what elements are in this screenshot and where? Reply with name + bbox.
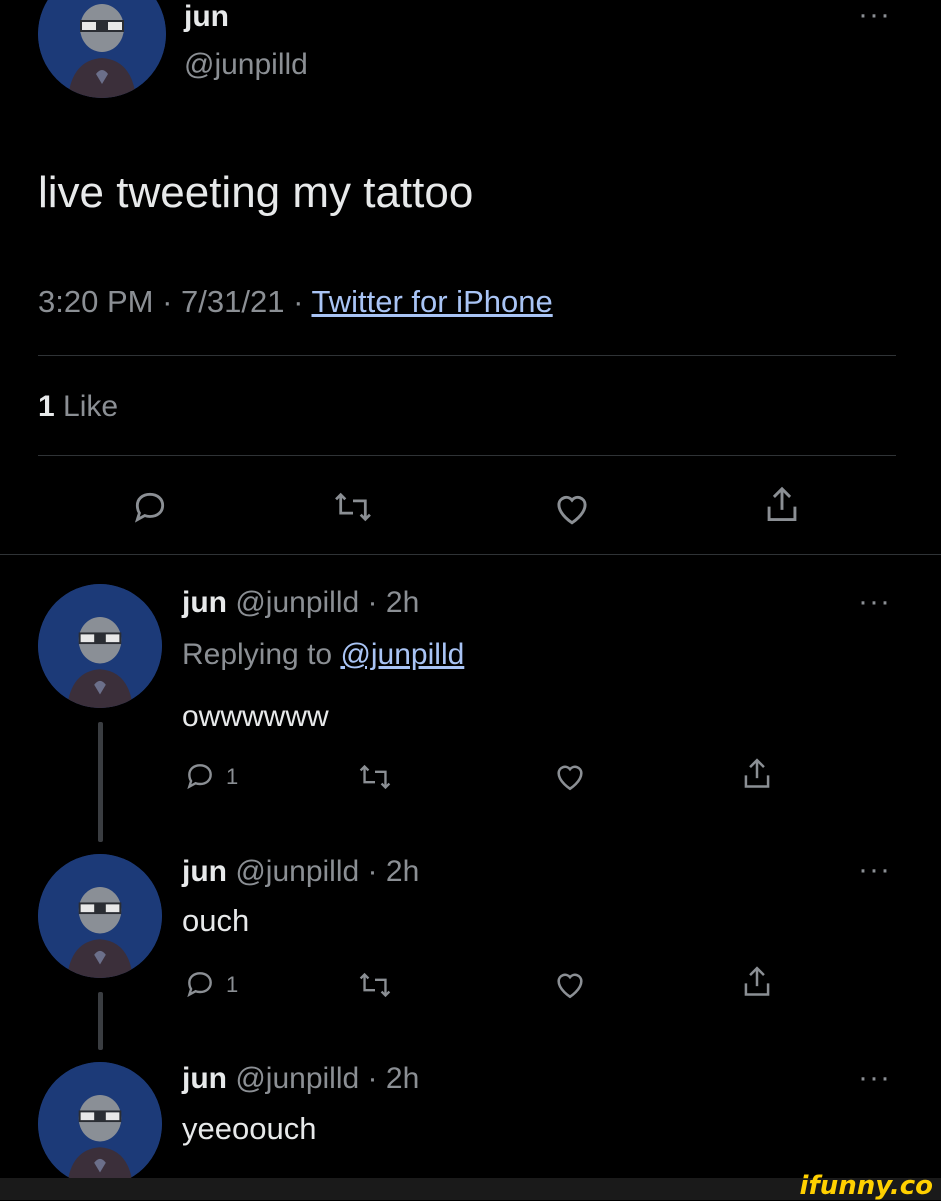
divider [0,554,941,555]
avatar[interactable] [38,0,166,98]
likes-summary[interactable]: 1 Like [38,390,118,424]
retweet-icon[interactable] [358,762,392,792]
display-name[interactable]: jun [182,1062,227,1095]
separator: · [367,1062,378,1095]
handle[interactable]: @junpilld [235,1062,359,1095]
replying-to: Replying to @junpilld [182,638,464,672]
divider [38,355,896,356]
timestamp: 2h [385,1062,420,1095]
likes-count: 1 [38,390,55,423]
share-icon[interactable] [740,756,774,792]
handle[interactable]: @junpilld [235,855,359,888]
thread-line [98,722,103,842]
tweet-time: 3:20 PM [38,284,154,319]
display-name[interactable]: jun [182,855,227,888]
share-icon[interactable] [740,964,774,1000]
reply-text: owwwwww [182,700,329,733]
display-name[interactable]: jun [182,586,227,619]
reply-header: jun @junpilld · 2h [182,855,419,889]
like-icon[interactable] [553,760,587,792]
reply-icon[interactable] [184,760,216,792]
like-icon[interactable] [552,490,592,526]
avatar[interactable] [38,854,162,978]
display-name[interactable]: jun [184,0,229,34]
handle[interactable]: @junpilld [235,586,359,619]
share-icon[interactable] [762,484,802,526]
avatar[interactable] [38,584,162,708]
timestamp: 2h [385,855,420,888]
thread-line [98,992,103,1050]
tweet-text: live tweeting my tattoo [38,168,474,217]
reply-header: jun @junpilld · 2h [182,1062,419,1096]
more-icon[interactable]: ··· [858,587,891,617]
avatar[interactable] [38,1062,162,1186]
reply-icon[interactable] [184,968,216,1000]
replying-prefix: Replying to [182,638,333,671]
separator: · [293,284,304,319]
handle[interactable]: @junpilld [184,48,308,82]
more-icon[interactable]: ··· [858,0,891,30]
more-icon[interactable]: ··· [858,855,891,885]
retweet-icon[interactable] [333,490,373,524]
timestamp: 2h [385,586,420,619]
separator: · [367,586,378,619]
like-icon[interactable] [553,968,587,1000]
retweet-icon[interactable] [358,970,392,1000]
separator: · [162,284,173,319]
reply-icon[interactable] [131,488,169,526]
tweet-source-link[interactable]: Twitter for iPhone [311,284,552,319]
reply-count: 1 [226,764,239,789]
reply-text: ouch [182,903,250,938]
reply-header: jun @junpilld · 2h [182,586,419,620]
separator: · [367,855,378,888]
reply-count: 1 [226,972,239,997]
tweet-date: 7/31/21 [181,284,285,319]
divider [38,455,896,456]
reply-text: yeeoouch [182,1111,317,1146]
likes-label: Like [63,390,119,423]
replying-to-link[interactable]: @junpilld [340,638,464,671]
more-icon[interactable]: ··· [858,1063,891,1093]
tweet-meta: 3:20 PM · 7/31/21 · Twitter for iPhone [38,284,553,320]
watermark-logo: ifunny.co [799,1171,933,1201]
